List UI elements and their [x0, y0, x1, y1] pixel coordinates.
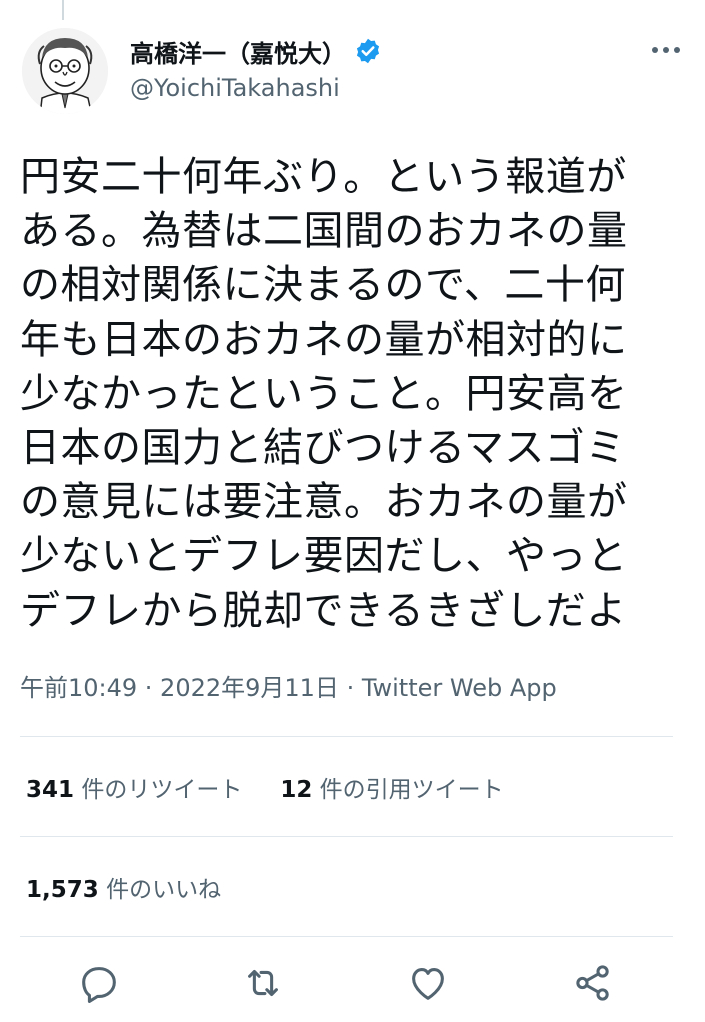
retweet-icon[interactable] [240, 960, 286, 1006]
tweet-text-line: 日本の国力と結びつけるマスゴミ [20, 425, 626, 472]
tweet-timestamp-source[interactable]: 午前10:49 · 2022年9月11日 · Twitter Web App [20, 668, 557, 703]
heart-icon[interactable] [405, 960, 451, 1006]
tweet-text-line: の相対関係に決まるので、二十何 [20, 262, 626, 309]
retweet-quote-stats: 341 件のリツイート 12 件の引用ツイート [26, 770, 504, 804]
tweet-actions-bar [0, 960, 705, 1010]
tweet-text-line: 少なかったということ。円安高を [20, 370, 628, 417]
tweet-text-line: デフレから脱却できるきざしだよ [20, 587, 627, 634]
divider [20, 836, 673, 837]
tweet-text-line: 年も日本のおカネの量が相対的に [20, 316, 628, 363]
reply-icon[interactable] [76, 960, 122, 1006]
divider [20, 936, 673, 937]
thread-connector-line [62, 0, 64, 20]
retweets-label: 件のリツイート [74, 777, 243, 803]
share-icon[interactable] [570, 960, 616, 1006]
tweet-text-line: ある。為替は二国間のおカネの量 [20, 208, 628, 255]
tweet-text-line: 少ないとデフレ要因だし、やっと [20, 533, 628, 580]
retweets-stat[interactable]: 341 件のリツイート [26, 777, 242, 803]
verified-badge-icon [354, 37, 382, 65]
quotes-stat[interactable]: 12 件の引用ツイート [280, 777, 503, 803]
avatar[interactable] [22, 28, 108, 114]
likes-label: 件のいいね [98, 877, 222, 903]
likes-count: 1,573 [26, 877, 99, 903]
likes-stat[interactable]: 1,573 件のいいね [26, 870, 221, 904]
display-name[interactable]: 高橋洋一（嘉悦大） [130, 34, 346, 69]
more-horizontal-icon[interactable] [649, 40, 683, 60]
retweets-count: 341 [26, 777, 75, 803]
display-name-row: 高橋洋一（嘉悦大） [130, 34, 382, 68]
tweet-text-line: の意見には要注意。おカネの量が [20, 479, 628, 526]
tweet-text: 円安二十何年ぶり。という報道が ある。為替は二国間のおカネの量 の相対関係に決ま… [20, 150, 660, 638]
tweet-text-line: 円安二十何年ぶり。という報道が [20, 154, 627, 200]
author-handle[interactable]: @YoichiTakahashi [130, 74, 382, 102]
author-names: 高橋洋一（嘉悦大） @YoichiTakahashi [130, 34, 382, 102]
quotes-label: 件の引用ツイート [312, 777, 504, 803]
tweet-header: 高橋洋一（嘉悦大） @YoichiTakahashi [22, 28, 683, 124]
quotes-count: 12 [280, 777, 313, 803]
divider [20, 736, 673, 737]
avatar-caricature [22, 28, 108, 114]
